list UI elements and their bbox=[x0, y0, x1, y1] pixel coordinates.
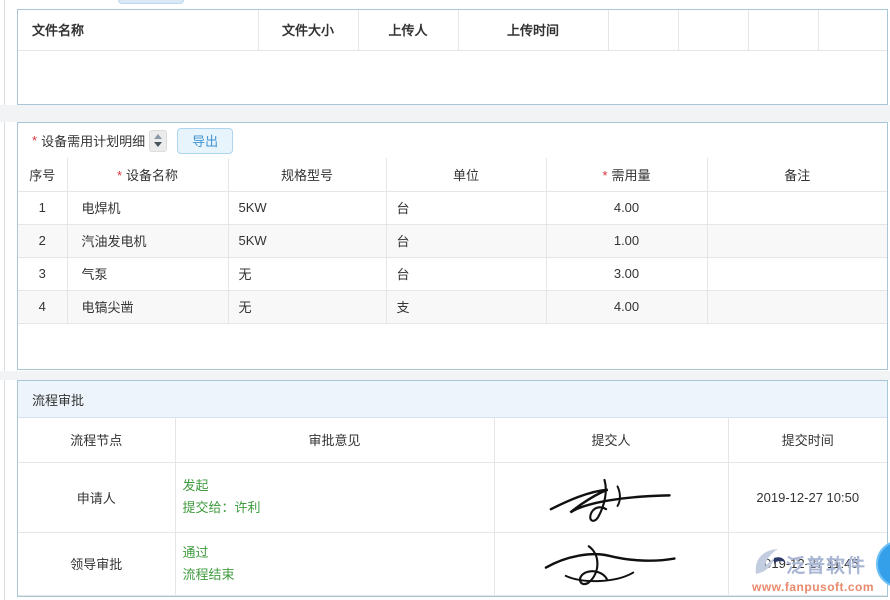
cell-remark bbox=[707, 257, 887, 290]
equipment-plan-panel: * 设备需用计划明细 导出 序号 *设备名称 规格型号 单位 *需用量 备注 1… bbox=[17, 122, 888, 370]
cell-seq: 4 bbox=[18, 290, 67, 323]
required-asterisk: * bbox=[117, 168, 122, 183]
col-header-submit-time: 提交时间 bbox=[728, 418, 887, 462]
cell-equipment-name: 气泵 bbox=[67, 257, 228, 290]
approval-panel-title: 流程审批 bbox=[18, 381, 887, 418]
opinion-action: 发起 bbox=[183, 475, 494, 497]
cell-submit-time: 2019-12-27 10:50 bbox=[728, 462, 887, 532]
cell-spec: 无 bbox=[228, 290, 386, 323]
equipment-plan-title: 设备需用计划明细 bbox=[41, 131, 145, 150]
approval-table: 流程节点 审批意见 提交人 提交时间 申请人 发起 提交给：许利 2019-12… bbox=[18, 418, 887, 596]
cell-approval-opinion: 通过 流程结束 bbox=[175, 532, 494, 595]
required-asterisk: * bbox=[32, 133, 37, 148]
cell-seq: 3 bbox=[18, 257, 67, 290]
table-row[interactable]: 2 汽油发电机 5KW 台 1.00 bbox=[18, 224, 887, 257]
cell-unit: 台 bbox=[386, 224, 546, 257]
attachment-panel: 文件名称 文件大小 上传人 上传时间 bbox=[17, 9, 888, 105]
cell-unit: 支 bbox=[386, 290, 546, 323]
col-header-file-name: 文件名称 bbox=[18, 10, 258, 50]
cell-spec: 无 bbox=[228, 257, 386, 290]
cell-seq: 1 bbox=[18, 191, 67, 224]
empty-column-header bbox=[748, 10, 818, 50]
col-header-submitter: 提交人 bbox=[494, 418, 728, 462]
col-header-required-qty: *需用量 bbox=[546, 158, 707, 191]
cell-equipment-name: 汽油发电机 bbox=[67, 224, 228, 257]
cell-equipment-name: 电镐尖凿 bbox=[67, 290, 228, 323]
cell-submit-time: 2019-12-27 11:45 bbox=[728, 532, 887, 595]
clipped-toolbar-button[interactable] bbox=[118, 0, 184, 4]
signature-image bbox=[546, 468, 676, 526]
cell-unit: 台 bbox=[386, 191, 546, 224]
cell-flow-node: 申请人 bbox=[18, 462, 175, 532]
cell-spec: 5KW bbox=[228, 191, 386, 224]
approval-panel: 流程审批 流程节点 审批意见 提交人 提交时间 申请人 发起 提交给：许利 bbox=[17, 380, 888, 597]
table-row[interactable]: 3 气泵 无 台 3.00 bbox=[18, 257, 887, 290]
attachment-empty-area bbox=[18, 50, 887, 104]
cell-remark bbox=[707, 290, 887, 323]
opinion-detail: 提交给：许利 bbox=[183, 497, 494, 519]
table-row[interactable]: 1 电焊机 5KW 台 4.00 bbox=[18, 191, 887, 224]
table-row: 申请人 发起 提交给：许利 2019-12-27 10:50 bbox=[18, 462, 887, 532]
col-header-seq: 序号 bbox=[18, 158, 67, 191]
empty-column-header bbox=[608, 10, 678, 50]
cell-remark bbox=[707, 191, 887, 224]
cell-qty: 3.00 bbox=[546, 257, 707, 290]
equipment-plan-caption: * 设备需用计划明细 导出 bbox=[18, 123, 887, 158]
attachment-header-row: 文件名称 文件大小 上传人 上传时间 bbox=[18, 10, 887, 50]
col-header-unit: 单位 bbox=[386, 158, 546, 191]
col-header-flow-node: 流程节点 bbox=[18, 418, 175, 462]
approval-header-row: 流程节点 审批意见 提交人 提交时间 bbox=[18, 418, 887, 462]
export-button[interactable]: 导出 bbox=[177, 128, 233, 154]
equipment-table: 序号 *设备名称 规格型号 单位 *需用量 备注 1 电焊机 5KW 台 4.0… bbox=[18, 158, 887, 324]
cell-qty: 4.00 bbox=[546, 191, 707, 224]
empty-column-header bbox=[678, 10, 748, 50]
cell-qty: 1.00 bbox=[546, 224, 707, 257]
panel-gap bbox=[0, 371, 890, 380]
cell-approval-opinion: 发起 提交给：许利 bbox=[175, 462, 494, 532]
cell-unit: 台 bbox=[386, 257, 546, 290]
attachment-table: 文件名称 文件大小 上传人 上传时间 bbox=[18, 10, 887, 104]
page-left-divider bbox=[4, 0, 5, 600]
cell-submitter-signature bbox=[494, 462, 728, 532]
table-row: 领导审批 通过 流程结束 2019-12-27 11:45 bbox=[18, 532, 887, 595]
col-header-remark: 备注 bbox=[707, 158, 887, 191]
col-header-equipment-name: *设备名称 bbox=[67, 158, 228, 191]
sort-spinner-icon[interactable] bbox=[149, 130, 167, 152]
required-asterisk: * bbox=[602, 168, 607, 183]
opinion-detail: 流程结束 bbox=[183, 564, 494, 586]
signature-image bbox=[541, 536, 681, 591]
col-header-approval-opinion: 审批意见 bbox=[175, 418, 494, 462]
cell-flow-node: 领导审批 bbox=[18, 532, 175, 595]
opinion-action: 通过 bbox=[183, 542, 494, 564]
cell-equipment-name: 电焊机 bbox=[67, 191, 228, 224]
cell-submitter-signature bbox=[494, 532, 728, 595]
table-row[interactable]: 4 电镐尖凿 无 支 4.00 bbox=[18, 290, 887, 323]
panel-gap bbox=[0, 105, 890, 122]
equipment-header-row: 序号 *设备名称 规格型号 单位 *需用量 备注 bbox=[18, 158, 887, 191]
down-arrow-icon bbox=[154, 142, 162, 147]
col-header-upload-time: 上传时间 bbox=[458, 10, 608, 50]
cell-spec: 5KW bbox=[228, 224, 386, 257]
empty-column-header bbox=[818, 10, 887, 50]
col-header-file-size: 文件大小 bbox=[258, 10, 358, 50]
up-arrow-icon bbox=[154, 134, 162, 139]
col-header-uploader: 上传人 bbox=[358, 10, 458, 50]
cell-qty: 4.00 bbox=[546, 290, 707, 323]
cell-remark bbox=[707, 224, 887, 257]
cell-seq: 2 bbox=[18, 224, 67, 257]
col-header-spec-model: 规格型号 bbox=[228, 158, 386, 191]
